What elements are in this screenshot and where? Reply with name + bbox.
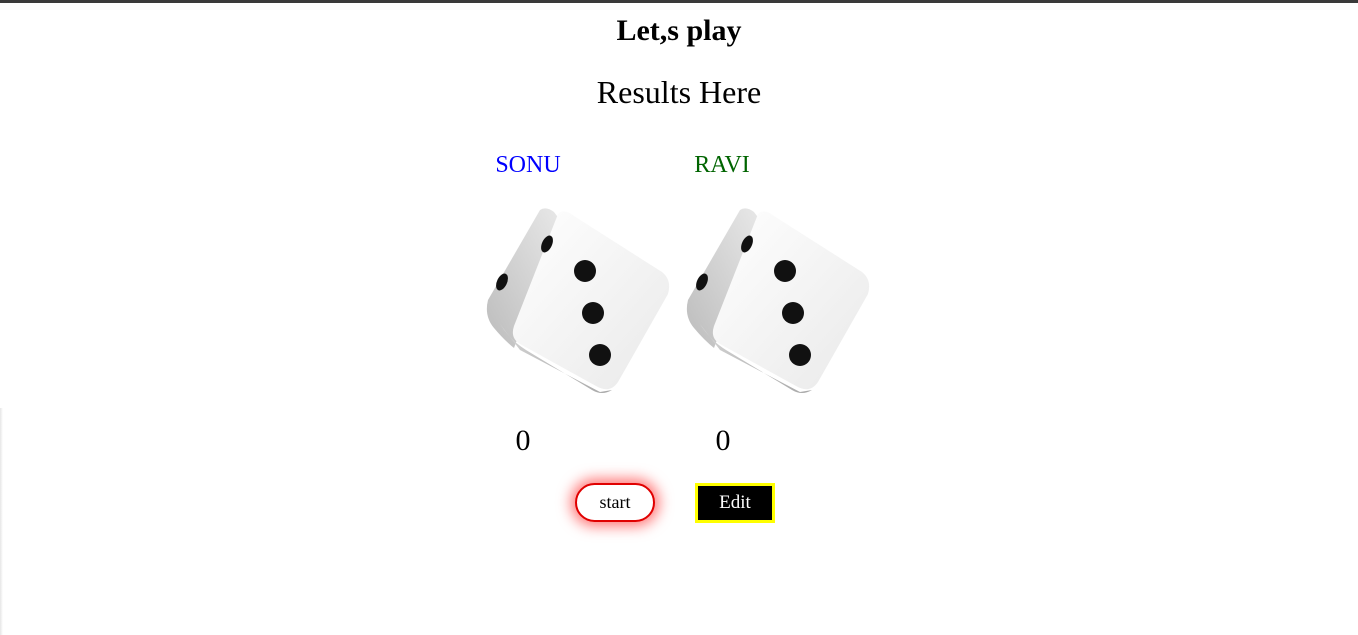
player2-score: 0 bbox=[715, 424, 731, 457]
player1-score: 0 bbox=[515, 424, 531, 457]
player2-die-image bbox=[686, 208, 870, 393]
edit-button[interactable]: Edit bbox=[695, 483, 775, 523]
player1-die-image bbox=[486, 208, 670, 393]
player1-name: SONU bbox=[495, 152, 561, 178]
page-title: Let,s play bbox=[616, 14, 742, 47]
results-text: Results Here bbox=[596, 74, 762, 110]
left-edge-shadow bbox=[0, 408, 3, 635]
player2-name: RAVI bbox=[694, 152, 750, 178]
start-button[interactable]: start bbox=[575, 483, 655, 522]
top-border bbox=[0, 0, 1358, 3]
